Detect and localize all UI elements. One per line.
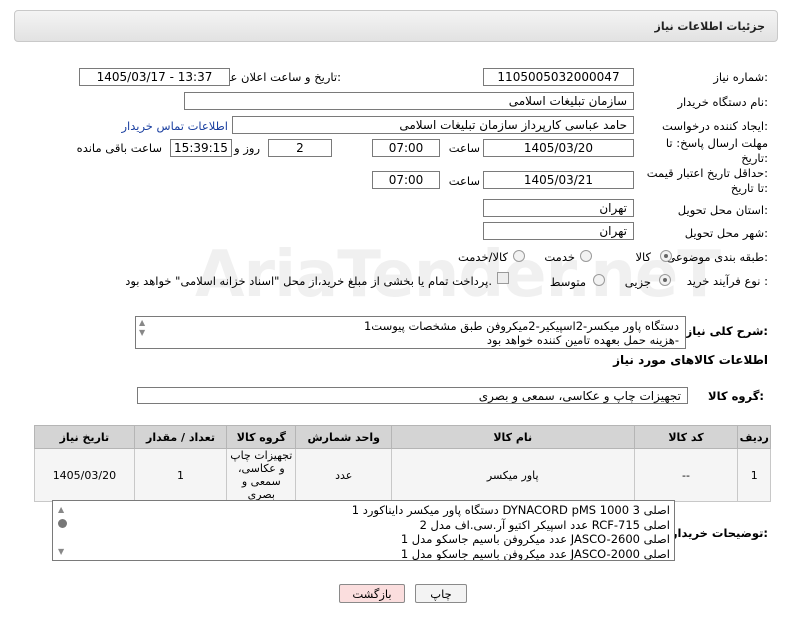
process-option-minor: جزیی (624, 275, 651, 289)
col-header-name: نام کالا (390, 425, 635, 449)
category-radio-goods[interactable] (660, 250, 672, 262)
category-option-goods: کالا (635, 250, 651, 264)
province-label: استان محل تحویل: (677, 203, 768, 217)
page-title: جزئیات اطلاعات نیاز (654, 20, 766, 33)
cell-unit: عدد (295, 448, 392, 502)
buyer-notes-textarea[interactable]: 1 دستگاه پاور میکسر داینا‌کورد DYNACORD … (52, 500, 675, 561)
remaining-label: ساعت باقی مانده (76, 141, 162, 155)
goods-group-field: تجهیزات چاپ و عکاسی، سمعی و بصری (137, 387, 688, 404)
buyer-note-line: 1 دستگاه پاور میکسر داینا‌کورد DYNACORD … (351, 503, 670, 517)
deadline-time-field: 07:00 (372, 139, 440, 157)
col-header-group: گروه کالا (226, 425, 297, 449)
cell-date: 1405/03/20 (34, 448, 135, 502)
category-radio-both[interactable] (513, 250, 525, 262)
notes-scroll-down-icon[interactable]: ▼ (58, 547, 64, 556)
deadline-label: مهلت ارسال پاسخ: تا (665, 136, 768, 150)
deadline-label-2: تاریخ: (741, 151, 768, 165)
treasury-payment-note: پرداخت تمام یا بخشی از مبلغ خرید،از محل … (125, 274, 492, 288)
city-field: تهران (483, 222, 634, 240)
treasury-payment-checkbox[interactable] (497, 272, 509, 284)
col-header-row-no: ردیف (737, 425, 771, 449)
notes-scroll-up-icon[interactable]: ▲ (58, 505, 64, 514)
validity-time-field: 07:00 (372, 171, 440, 189)
cell-name: پاور میکسر (390, 448, 635, 502)
validity-hour-label: ساعت (448, 174, 480, 188)
process-radio-medium[interactable] (593, 274, 605, 286)
validity-date-field: 1405/03/21 (483, 171, 634, 189)
deadline-date-field: 1405/03/20 (483, 139, 634, 157)
creator-label: ایجاد کننده درخواست: (662, 119, 768, 133)
buyer-notes-label: توضیحات خریدار: (670, 526, 768, 540)
table-header-row: ردیف کد کالا نام کالا واحد شمارش گروه کا… (34, 425, 771, 449)
cell-group: تجهیزات چاپ و عکاسی، سمعی و بصری (226, 448, 297, 502)
validity-label: حداقل تاریخ اعتبار قیمت: (646, 166, 768, 180)
category-option-service: خدمت (544, 250, 575, 264)
description-line-1: 1دستگاه پاور میکسر-2اسپیکیر-2میکروفن طبق… (363, 319, 679, 333)
buyer-org-label: نام دستگاه خریدار: (677, 95, 768, 109)
days-label: روز و (234, 141, 260, 155)
need-number-label: شماره نیاز: (713, 70, 768, 84)
category-option-both: کالا/خدمت (457, 250, 508, 264)
col-header-date: تاریخ نیاز (34, 425, 135, 449)
process-option-medium: متوسط (549, 275, 586, 289)
goods-section-title: اطلاعات کالاهای مورد نیاز (613, 353, 768, 367)
table-row[interactable]: 1 -- پاور میکسر عدد تجهیزات چاپ و عکاسی،… (34, 448, 771, 502)
validity-label-2: تا تاریخ: (730, 181, 768, 195)
description-textarea[interactable]: 1دستگاه پاور میکسر-2اسپیکیر-2میکروفن طبق… (135, 316, 686, 349)
goods-group-label: گروه کالا: (708, 389, 764, 403)
header-panel: جزئیات اطلاعات نیاز (14, 10, 778, 42)
province-field: تهران (483, 199, 634, 217)
category-radio-service[interactable] (580, 250, 592, 262)
cell-row-no: 1 (737, 448, 771, 502)
deadline-hour-label: ساعت (448, 141, 480, 155)
city-label: شهر محل تحویل: (684, 226, 768, 240)
process-radio-minor[interactable] (659, 274, 671, 286)
days-field: 2 (268, 139, 332, 157)
cell-code: -- (633, 448, 739, 502)
description-label: شرح کلی نیاز: (685, 324, 768, 338)
creator-field: حامد عباسی کارپرداز سازمان تبلیغات اسلام… (232, 116, 634, 134)
buyer-note-line: 1 عدد میکروفن باسیم جاسکو مدل JASCO-2600… (400, 532, 670, 546)
process-label: نوع فرآیند خرید : (686, 274, 768, 288)
col-header-qty: تعداد / مقدار (133, 425, 228, 449)
need-number-field: 1105005032000047 (483, 68, 634, 86)
goods-table: ردیف کد کالا نام کالا واحد شمارش گروه کا… (34, 425, 771, 502)
remaining-time-field: 15:39:15 (170, 139, 232, 157)
buyer-org-field: سازمان تبلیغات اسلامی (184, 92, 634, 110)
category-label: طبقه بندی موضوعی: (666, 250, 768, 264)
buyer-note-line: 2 عدد اسپیکر اکتیو آر.سی.اف مدل RCF-715 … (419, 517, 670, 532)
description-line-2: هزینه حمل بعهده تامین کننده خواهد بود- (486, 333, 679, 347)
back-button[interactable]: بازگشت (339, 584, 405, 603)
print-button[interactable]: چاپ (415, 584, 467, 603)
col-header-unit: واحد شمارش (295, 425, 392, 449)
notes-scroll-thumb-icon[interactable] (58, 519, 67, 528)
description-scroll-down-icon[interactable]: ▼ (139, 328, 145, 337)
description-scroll-up-icon[interactable]: ▲ (139, 318, 145, 327)
buyer-contact-link[interactable]: اطلاعات تماس خریدار (121, 119, 228, 133)
buyer-note-line: 1 عدد میکروفن باسیم جاسکو مدل JASCO-2000… (400, 546, 670, 561)
announce-field: 1405/03/17 - 13:37 (79, 68, 230, 86)
cell-qty: 1 (133, 448, 228, 502)
col-header-code: کد کالا (633, 425, 739, 449)
